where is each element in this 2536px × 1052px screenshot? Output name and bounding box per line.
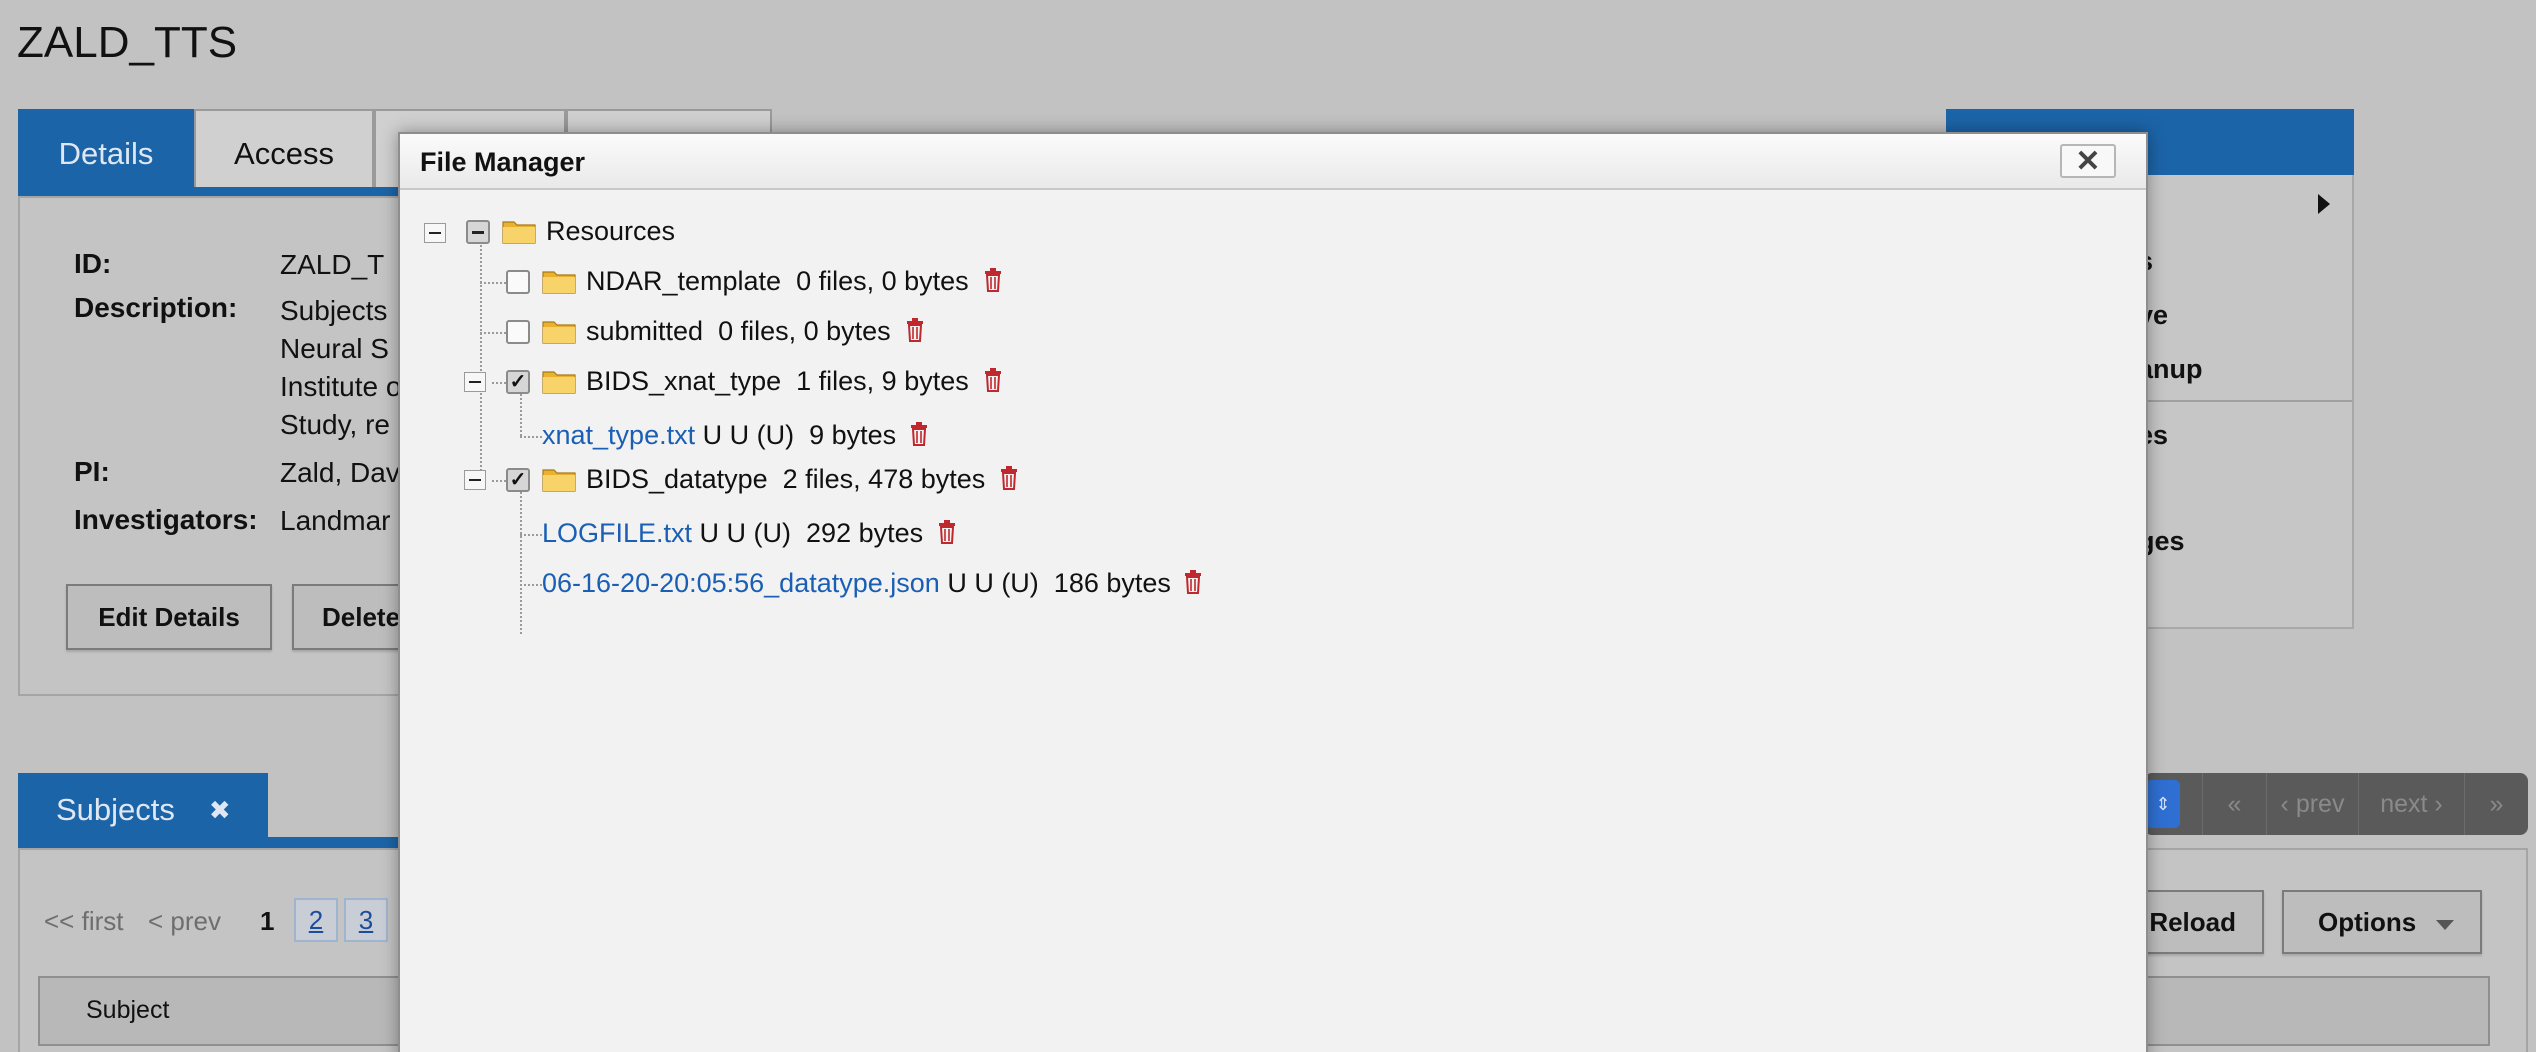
resource-checkbox[interactable]: ✓ (506, 370, 530, 394)
collapse-icon[interactable] (464, 470, 486, 490)
file-link[interactable]: 06-16-20-20:05:56_datatype.json (542, 568, 940, 598)
file-manager-title: File Manager (420, 147, 586, 177)
resource-name: BIDS_datatype (586, 464, 768, 494)
tab-details[interactable]: Details (18, 109, 194, 197)
page-size-select[interactable]: ⇕ (2146, 780, 2180, 828)
subjects-tab[interactable]: Subjects ✖ (18, 773, 268, 847)
submenu-arrow-icon (2318, 194, 2330, 214)
trash-icon[interactable] (984, 368, 1002, 392)
id-value: ZALD_T (280, 249, 385, 280)
file-row: LOGFILE.txt U U (U) 292 bytes (542, 518, 923, 549)
folder-icon (542, 469, 576, 492)
current-page: 1 (260, 906, 275, 936)
pager-prev[interactable]: ‹ prev (2266, 773, 2358, 835)
folder-icon (542, 371, 576, 394)
file-link[interactable]: xnat_type.txt (542, 420, 695, 450)
edit-details-button[interactable]: Edit Details (66, 584, 272, 650)
resources-root-label[interactable]: Resources (546, 216, 675, 247)
investigators-value: Landmar (280, 505, 391, 536)
tree-line (520, 436, 542, 438)
resource-info: 0 files, 0 bytes (796, 266, 969, 296)
folder-icon (542, 321, 576, 344)
file-meta: U U (U) 186 bytes (939, 568, 1171, 598)
page-link-3[interactable]: 3 (344, 898, 388, 942)
select-all-checkbox[interactable] (466, 220, 490, 244)
trash-icon[interactable] (906, 318, 924, 342)
file-meta: U U (U) 292 bytes (692, 518, 924, 548)
resource-checkbox[interactable] (506, 320, 530, 344)
top-pager: « ‹ prev next › » (2144, 773, 2528, 835)
file-row: xnat_type.txt U U (U) 9 bytes (542, 420, 896, 451)
folder-icon (502, 221, 536, 244)
page-title: ZALD_TTS (17, 18, 238, 67)
resource-name: BIDS_xnat_type (586, 366, 782, 396)
resource-info: 0 files, 0 bytes (718, 316, 891, 346)
resource-info: 2 files, 478 bytes (782, 464, 986, 494)
file-manager-header: File Manager ✕ (400, 134, 2146, 190)
options-button[interactable]: Options (2282, 890, 2482, 954)
resource-info: 1 files, 9 bytes (796, 366, 969, 396)
trash-icon[interactable] (984, 268, 1002, 292)
column-subject[interactable]: Subject (86, 996, 169, 1025)
folder-icon (542, 271, 576, 294)
resource-checkbox[interactable] (506, 270, 530, 294)
description-line: Institute o (280, 371, 402, 402)
tree-line (520, 492, 522, 634)
description-line: Subjects (280, 295, 388, 326)
trash-icon[interactable] (1000, 466, 1018, 490)
pi-label: PI: (74, 456, 110, 487)
pager-next[interactable]: next › (2358, 773, 2464, 835)
tree-line (520, 584, 542, 586)
description-label: Description: (74, 292, 238, 323)
collapse-icon[interactable] (464, 372, 486, 392)
id-label: ID: (74, 248, 112, 279)
description-line: Study, re (280, 409, 390, 440)
file-link[interactable]: LOGFILE.txt (542, 518, 692, 548)
resource-name: NDAR_template (586, 266, 782, 296)
trash-icon[interactable] (910, 422, 928, 446)
resource-label[interactable]: submitted 0 files, 0 bytes (586, 316, 891, 347)
trash-icon[interactable] (938, 520, 956, 544)
resource-label[interactable]: BIDS_xnat_type 1 files, 9 bytes (586, 366, 969, 397)
tree-line (520, 534, 542, 536)
file-manager-dialog: File Manager ✕ Resources NDAR_template 0… (398, 132, 2148, 1052)
resource-checkbox[interactable]: ✓ (506, 468, 530, 492)
page-link-2[interactable]: 2 (294, 898, 338, 942)
pager-last[interactable]: » (2464, 773, 2528, 835)
resource-name: submitted (586, 316, 704, 346)
resource-label[interactable]: NDAR_template 0 files, 0 bytes (586, 266, 969, 297)
file-row: 06-16-20-20:05:56_datatype.json U U (U) … (542, 568, 1171, 599)
close-icon[interactable]: ✕ (2060, 144, 2116, 178)
options-label: Options (2318, 906, 2417, 937)
collapse-icon[interactable] (424, 223, 446, 243)
trash-icon[interactable] (1184, 570, 1202, 594)
prev-link[interactable]: < prev (148, 906, 221, 937)
resource-label[interactable]: BIDS_datatype 2 files, 478 bytes (586, 464, 985, 495)
close-tab-icon[interactable]: ✖ (209, 795, 231, 826)
description-line: Neural S (280, 333, 389, 364)
pager-first[interactable]: « (2202, 773, 2266, 835)
investigators-label: Investigators: (74, 504, 258, 535)
chevron-down-icon (2436, 920, 2454, 930)
first-link[interactable]: << first (44, 906, 123, 937)
subjects-tab-label: Subjects (56, 792, 175, 827)
tab-access[interactable]: Access (194, 109, 374, 197)
file-meta: U U (U) 9 bytes (695, 420, 897, 450)
tree-line (520, 394, 522, 436)
tree-line (480, 230, 482, 490)
pi-value: Zald, Dav (280, 457, 400, 488)
